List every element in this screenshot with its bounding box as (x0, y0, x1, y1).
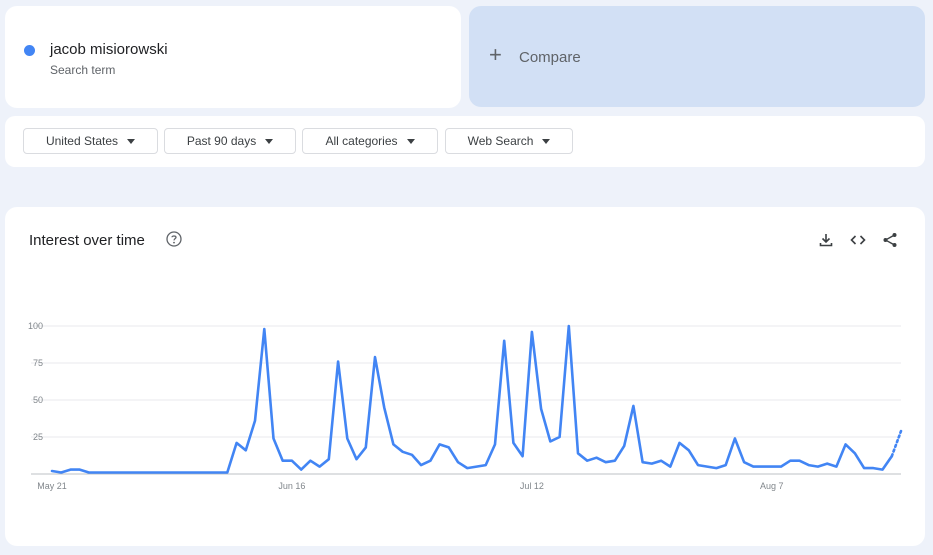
x-tick-label: Aug 7 (760, 481, 784, 491)
series-partial-line (890, 429, 903, 458)
search-term-name[interactable]: jacob misiorowski (50, 41, 168, 58)
search-term-card[interactable]: jacob misiorowski Search term (5, 6, 461, 108)
search-type-filter-dropdown[interactable]: Web Search (445, 128, 573, 154)
x-tick-label: Jun 16 (278, 481, 305, 491)
time-range-filter-label: Past 90 days (186, 134, 257, 148)
x-tick-label: Jul 12 (520, 481, 544, 491)
compare-label: Compare (519, 49, 581, 66)
dropdown-caret-icon (127, 138, 136, 144)
interest-line-chart: 25 50 75 100 May 21 Jun 16 Jul 12 Aug 7 (28, 321, 903, 491)
interest-over-time-card: Interest over time 25 50 75 100 May 21 Jun 16… (5, 207, 925, 546)
y-tick-label: 25 (33, 432, 43, 442)
x-tick-label: May 21 (37, 481, 67, 491)
compare-button[interactable]: + Compare (469, 6, 925, 107)
y-tick-label: 100 (28, 321, 43, 331)
category-filter-label: All categories (325, 134, 398, 148)
series-line (50, 324, 894, 474)
y-tick-label: 50 (33, 395, 43, 405)
location-filter-label: United States (45, 134, 119, 148)
time-range-filter-dropdown[interactable]: Past 90 days (164, 128, 296, 154)
filter-bar: United States Past 90 days All categorie… (5, 116, 925, 167)
search-type-filter-label: Web Search (467, 134, 534, 148)
location-filter-dropdown[interactable]: United States (23, 128, 158, 154)
dropdown-caret-icon (542, 138, 551, 144)
plus-icon: + (489, 42, 502, 67)
y-tick-label: 75 (33, 358, 43, 368)
series-color-dot (24, 45, 35, 56)
dropdown-caret-icon (265, 138, 274, 144)
category-filter-dropdown[interactable]: All categories (302, 128, 438, 154)
dropdown-caret-icon (406, 138, 415, 144)
search-term-subtitle: Search term (50, 63, 116, 77)
